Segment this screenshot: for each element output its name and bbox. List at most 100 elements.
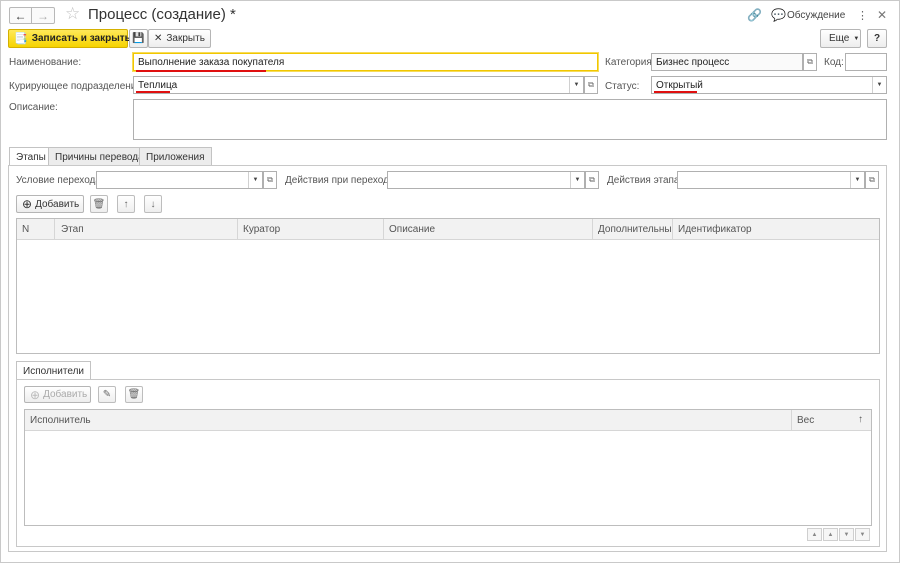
- add-stage-label: Добавить: [35, 198, 80, 210]
- open-icon: ⧉: [869, 175, 875, 184]
- status-dropdown-icon[interactable]: ▼: [872, 77, 886, 93]
- column-performer[interactable]: Исполнитель: [25, 410, 792, 431]
- column-weight[interactable]: Вес ↑: [792, 410, 871, 431]
- window-title: Процесс (создание) *: [88, 6, 236, 23]
- name-input[interactable]: Выполнение заказа покупателя: [133, 53, 598, 71]
- edit-performer-button[interactable]: ✎: [98, 386, 116, 403]
- stage-actions-select[interactable]: ▼: [677, 171, 865, 189]
- performers-table[interactable]: Исполнитель Вес ↑: [24, 409, 872, 526]
- column-identifier[interactable]: Идентификатор: [673, 219, 879, 240]
- help-button[interactable]: ?: [867, 29, 887, 48]
- first-page-icon: ▲: [811, 531, 818, 538]
- stage-actions-label: Действия этапа:: [607, 175, 683, 186]
- stage-actions-dropdown-icon[interactable]: ▼: [850, 172, 864, 188]
- save-and-close-label: Записать и закрыть: [31, 33, 131, 44]
- name-value: Выполнение заказа покупателя: [138, 57, 285, 68]
- department-dropdown-icon[interactable]: ▼: [569, 77, 583, 93]
- scroll-last-button[interactable]: ▼: [855, 528, 870, 541]
- transition-condition-select[interactable]: ▼: [96, 171, 263, 189]
- arrow-left-icon: ←: [14, 8, 27, 23]
- tab-stages[interactable]: Этапы: [9, 147, 53, 166]
- chevron-down-icon: ▼: [853, 35, 860, 42]
- column-additional[interactable]: Дополнительный: [593, 219, 673, 240]
- column-weight-label: Вес: [797, 415, 815, 426]
- status-label: Статус:: [605, 81, 640, 92]
- more-vertical-icon[interactable]: ⋮: [857, 9, 868, 22]
- department-select[interactable]: Теплица ▼: [133, 76, 584, 94]
- delete-performer-button[interactable]: 🗑: [125, 386, 143, 403]
- add-performer-label: Добавить: [43, 389, 88, 400]
- name-label: Наименование:: [9, 57, 82, 68]
- back-button[interactable]: ←: [9, 7, 32, 24]
- column-description[interactable]: Описание: [384, 219, 593, 240]
- transition-condition-label: Условие перехода:: [16, 175, 104, 186]
- trash-icon: 🗑: [92, 198, 106, 210]
- column-number[interactable]: N: [17, 219, 55, 240]
- close-icon: ✕: [154, 33, 163, 44]
- category-open-button[interactable]: ⧉: [803, 53, 817, 71]
- more-button[interactable]: Еще ▼: [820, 29, 861, 48]
- department-open-button[interactable]: ⧉: [584, 76, 598, 94]
- link-icon[interactable]: 🔗: [747, 8, 762, 22]
- scroll-first-button[interactable]: ▲: [807, 528, 822, 541]
- status-value: Открытый: [656, 80, 703, 91]
- tab-transfer-reasons[interactable]: Причины перевода: [48, 147, 151, 165]
- transition-actions-dropdown-icon[interactable]: ▼: [570, 172, 584, 188]
- arrow-down-icon: ↓: [150, 198, 156, 210]
- column-stage[interactable]: Этап: [55, 219, 238, 240]
- trash-icon: 🗑: [127, 389, 141, 400]
- delete-stage-button[interactable]: 🗑: [90, 195, 108, 213]
- transition-condition-open-button[interactable]: ⧉: [263, 171, 277, 189]
- scroll-up-button[interactable]: ▲: [823, 528, 838, 541]
- stages-table-header: N Этап Куратор Описание Дополнительный И…: [17, 219, 879, 240]
- transition-condition-dropdown-icon[interactable]: ▼: [248, 172, 262, 188]
- save-close-icon: 📑: [14, 33, 28, 45]
- favorite-star-icon[interactable]: ☆: [65, 4, 80, 24]
- save-button[interactable]: 💾: [129, 29, 148, 48]
- tab-attachments[interactable]: Приложения: [139, 147, 212, 165]
- forward-button[interactable]: →: [32, 7, 55, 24]
- chevron-up-icon: ▲: [827, 531, 834, 538]
- scroll-down-button[interactable]: ▼: [839, 528, 854, 541]
- open-icon: ⧉: [807, 57, 813, 66]
- code-label: Код:: [824, 57, 844, 68]
- code-input[interactable]: [845, 53, 887, 71]
- column-curator[interactable]: Куратор: [238, 219, 384, 240]
- save-and-close-button[interactable]: 📑 Записать и закрыть: [8, 29, 131, 48]
- category-value: Бизнес процесс: [656, 57, 730, 68]
- department-label: Курирующее подразделение:: [9, 81, 145, 92]
- last-page-icon: ▼: [859, 531, 866, 538]
- name-underline: [136, 70, 266, 72]
- description-textarea[interactable]: [133, 99, 887, 140]
- discussion-icon[interactable]: 💬: [771, 8, 786, 22]
- status-underline: [654, 91, 697, 93]
- add-performer-button[interactable]: ⊕ Добавить: [24, 386, 91, 403]
- close-button[interactable]: ✕ Закрыть: [148, 29, 211, 48]
- stage-actions-open-button[interactable]: ⧉: [865, 171, 879, 189]
- chevron-down-icon: ▼: [843, 531, 850, 538]
- category-field[interactable]: Бизнес процесс: [651, 53, 803, 71]
- add-stage-button[interactable]: ⊕ Добавить: [16, 195, 84, 213]
- transition-actions-select[interactable]: ▼: [387, 171, 585, 189]
- close-label: Закрыть: [166, 33, 205, 44]
- transition-actions-label: Действия при переходе:: [285, 175, 398, 186]
- plus-circle-icon: ⊕: [30, 387, 41, 402]
- plus-circle-icon: ⊕: [22, 197, 33, 211]
- performers-table-header: Исполнитель Вес ↑: [25, 410, 871, 431]
- stages-table[interactable]: N Этап Куратор Описание Дополнительный И…: [16, 218, 880, 354]
- move-up-button[interactable]: ↑: [117, 195, 135, 213]
- floppy-disk-icon: 💾: [132, 33, 145, 44]
- transition-actions-open-button[interactable]: ⧉: [585, 171, 599, 189]
- help-label: ?: [873, 33, 881, 44]
- open-icon: ⧉: [588, 80, 594, 89]
- close-window-icon[interactable]: ✕: [877, 8, 887, 22]
- arrow-right-icon: →: [37, 8, 49, 23]
- department-value: Теплица: [138, 80, 178, 91]
- category-label: Категория:: [605, 57, 655, 68]
- discussion-link[interactable]: Обсуждение: [787, 10, 845, 21]
- move-down-button[interactable]: ↓: [144, 195, 162, 213]
- more-label: Еще: [829, 33, 850, 44]
- tab-performers[interactable]: Исполнители: [16, 361, 92, 380]
- department-underline: [136, 91, 170, 93]
- open-icon: ⧉: [589, 175, 595, 184]
